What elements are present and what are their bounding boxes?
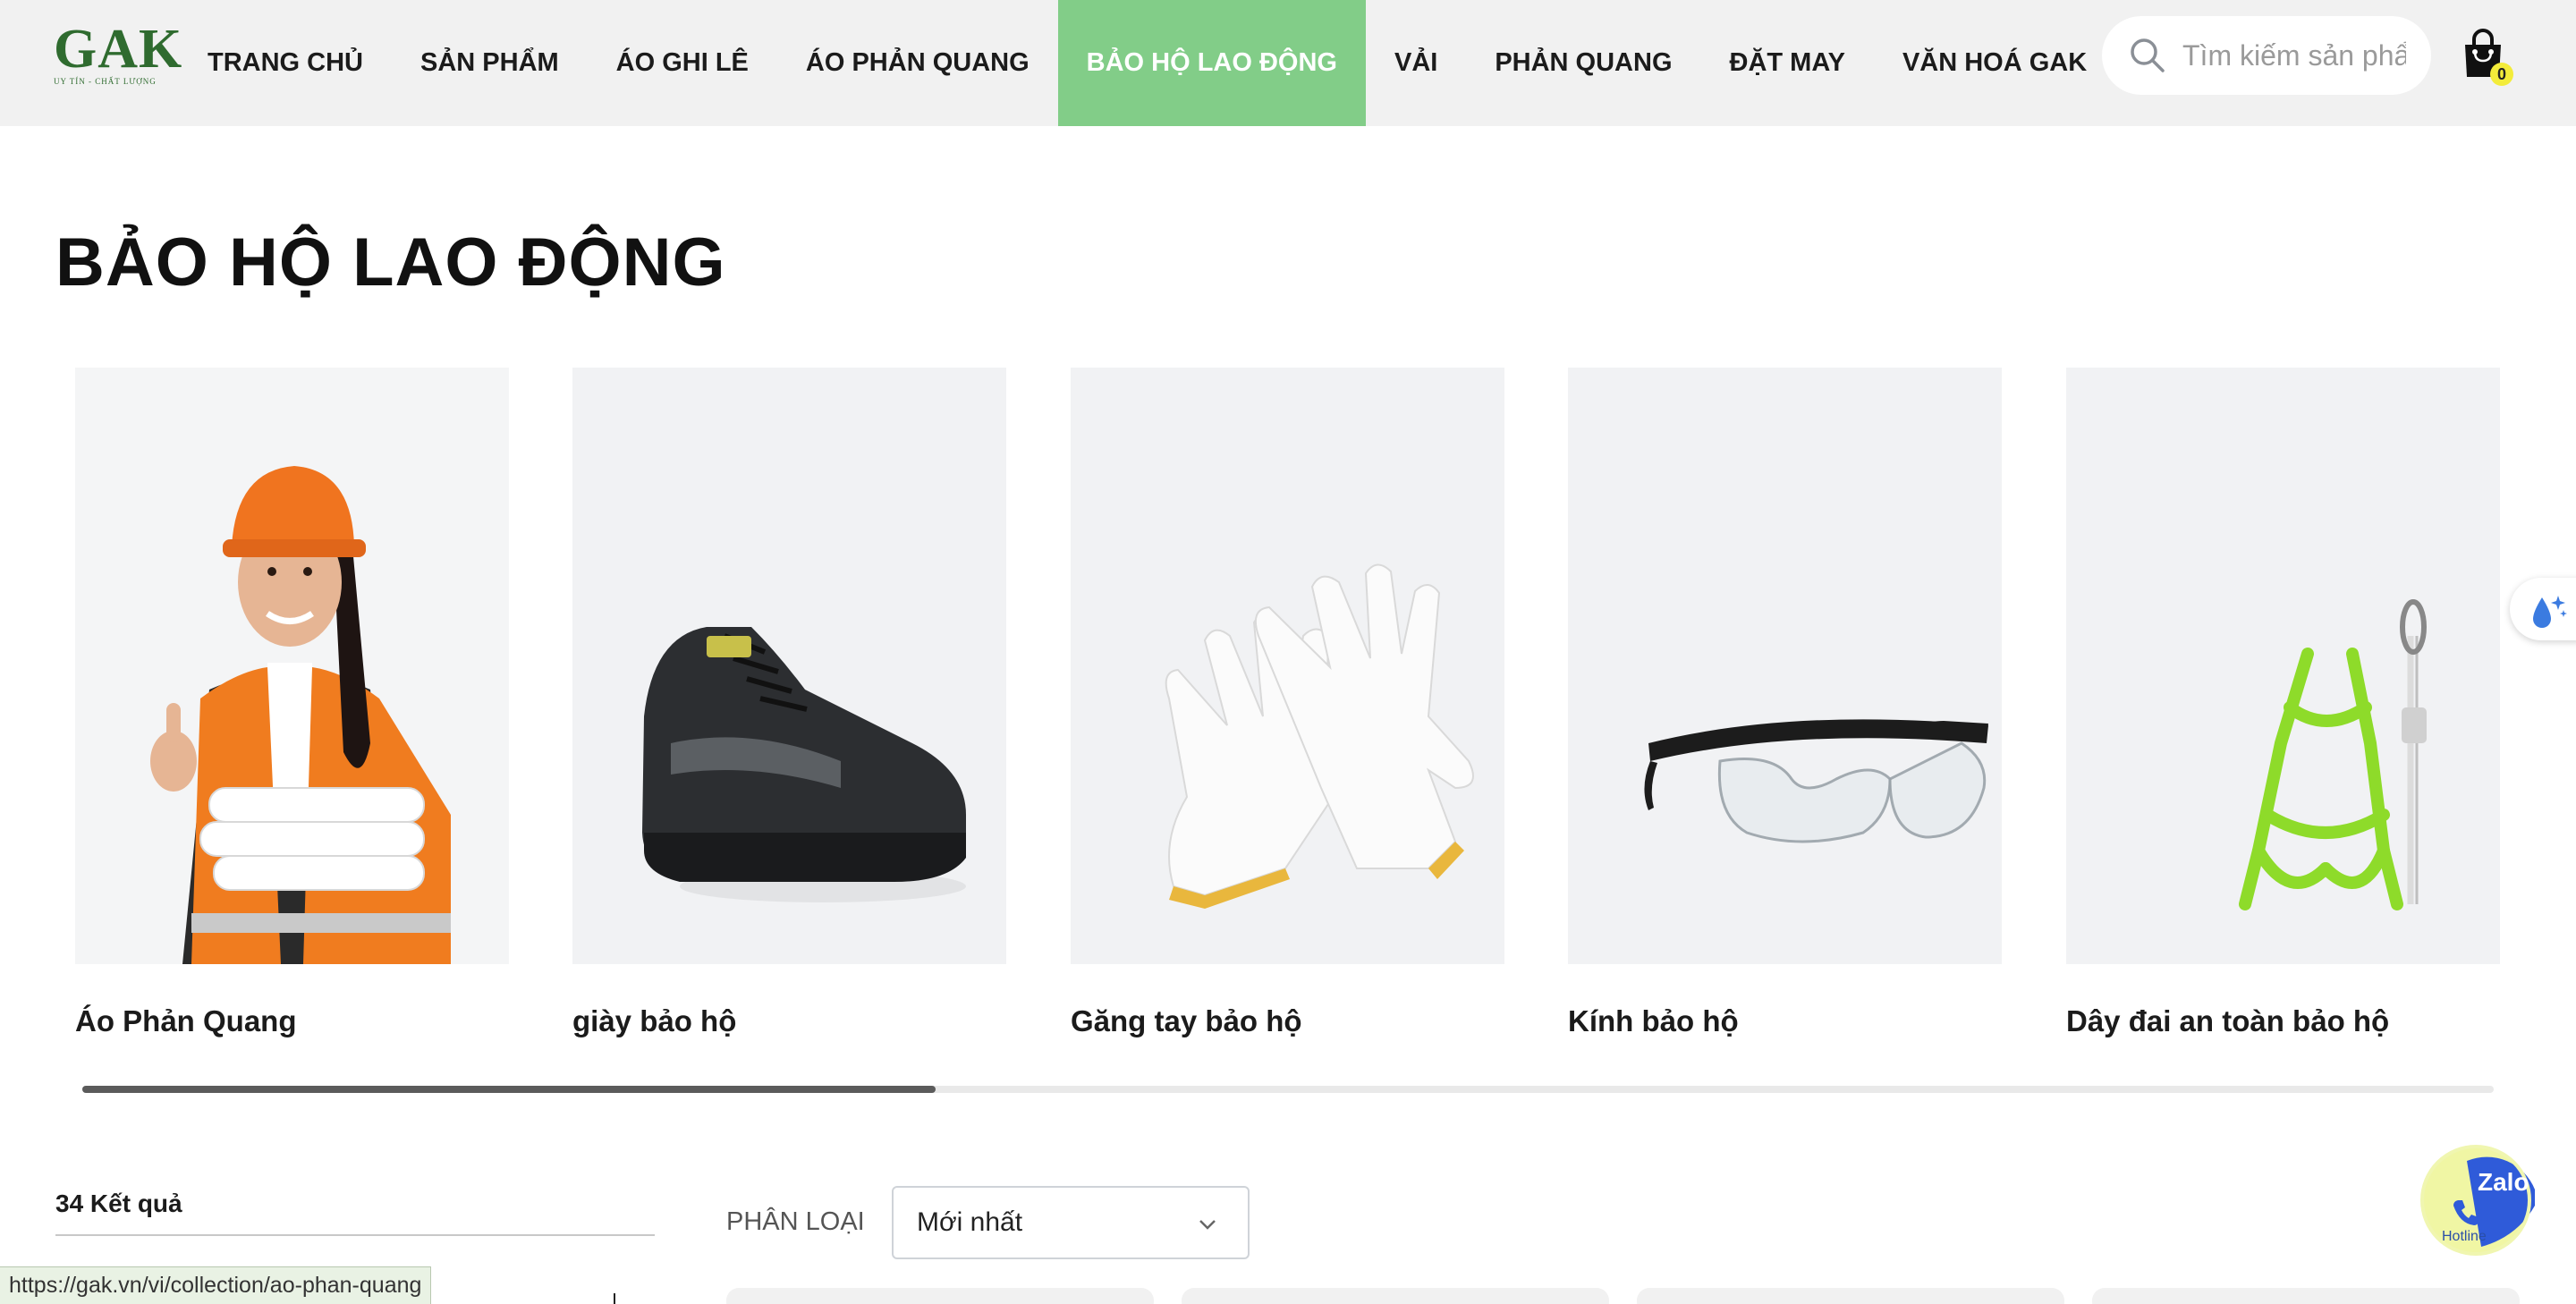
category-image-worker[interactable] (75, 368, 509, 964)
sort-label: PHÂN LOẠI (726, 1207, 865, 1236)
side-widget-tab[interactable] (2510, 578, 2576, 640)
product-card[interactable] (1637, 1288, 2064, 1304)
category-card-gang-tay-bao-ho[interactable]: Găng tay bảo hộ (1071, 368, 1504, 1038)
category-image-safety-glasses[interactable] (1568, 368, 2002, 964)
nav-item-dat-may[interactable]: ĐẶT MAY (1701, 0, 1874, 126)
nav-item-trang-chu[interactable]: TRANG CHỦ (179, 0, 392, 126)
page-title: BẢO HỘ LAO ĐỘNG (55, 224, 726, 301)
category-label[interactable]: Dây đai an toàn bảo hộ (2066, 1004, 2500, 1038)
result-count: 34 Kết quả (55, 1190, 655, 1236)
filter-divider (614, 1293, 615, 1304)
category-image-safety-harness[interactable] (2066, 368, 2500, 964)
hotline-label: Hotline (2442, 1229, 2487, 1244)
sort-dropdown[interactable]: Mới nhất (892, 1186, 1250, 1259)
product-card[interactable] (726, 1288, 1154, 1304)
nav-item-vai[interactable]: VẢI (1366, 0, 1466, 126)
logo-wordmark: GAK (54, 19, 183, 80)
category-label[interactable]: Áo Phản Quang (75, 1004, 509, 1038)
nav-item-van-hoa-gak[interactable]: VĂN HOÁ GAK (1874, 0, 2115, 126)
main-nav: TRANG CHỦ SẢN PHẨM ÁO GHI LÊ ÁO PHẢN QUA… (179, 0, 2115, 126)
carousel-scrollbar[interactable] (82, 1086, 2494, 1093)
carousel-scroll-thumb[interactable] (82, 1086, 936, 1093)
nav-item-bao-ho-lao-dong[interactable]: BẢO HỘ LAO ĐỘNG (1057, 0, 1366, 126)
category-label[interactable]: giày bảo hộ (572, 1004, 1006, 1038)
status-bar-url: https://gak.vn/vi/collection/ao-phan-qua… (0, 1266, 432, 1304)
search-input[interactable] (2182, 38, 2406, 72)
product-card[interactable] (1182, 1288, 1609, 1304)
category-card-kinh-bao-ho[interactable]: Kính bảo hộ (1568, 368, 2002, 1038)
site-header: GAK UY TÍN - CHẤT LƯỢNG TRANG CHỦ SẢN PH… (0, 0, 2576, 126)
chevron-down-icon (1199, 1220, 1216, 1230)
cart-count-badge: 0 (2490, 63, 2513, 86)
nav-item-san-pham[interactable]: SẢN PHẨM (392, 0, 588, 126)
category-card-ao-phan-quang[interactable]: Áo Phản Quang (75, 368, 509, 1038)
sort-selected-value: Mới nhất (917, 1207, 1023, 1237)
category-image-safety-shoe[interactable] (572, 368, 1006, 964)
category-image-gloves[interactable] (1071, 368, 1504, 964)
category-card-day-dai-an-toan[interactable]: Dây đai an toàn bảo hộ (2066, 368, 2500, 1038)
zalo-hotline-widget[interactable]: Zalo Hotline (2419, 1134, 2538, 1256)
search-box[interactable] (2102, 16, 2431, 95)
gak-logo[interactable]: GAK UY TÍN - CHẤT LƯỢNG (54, 19, 183, 86)
nav-item-ao-phan-quang[interactable]: ÁO PHẢN QUANG (777, 0, 1058, 126)
phone-icon (2453, 1200, 2479, 1225)
zalo-label: Zalo (2478, 1168, 2529, 1196)
category-card-giay-bao-ho[interactable]: giày bảo hộ (572, 368, 1006, 1038)
nav-item-ao-ghi-le[interactable]: ÁO GHI LÊ (588, 0, 777, 126)
category-label[interactable]: Găng tay bảo hộ (1071, 1004, 1504, 1038)
product-card[interactable] (2092, 1288, 2520, 1304)
cart-button[interactable]: 0 (2462, 29, 2513, 86)
nav-item-phan-quang[interactable]: PHẢN QUANG (1466, 0, 1700, 126)
water-drop-sparkle-icon (2533, 596, 2567, 628)
search-icon[interactable] (2129, 37, 2166, 74)
category-label[interactable]: Kính bảo hộ (1568, 1004, 2002, 1038)
logo-tagline: UY TÍN - CHẤT LƯỢNG (54, 77, 157, 86)
